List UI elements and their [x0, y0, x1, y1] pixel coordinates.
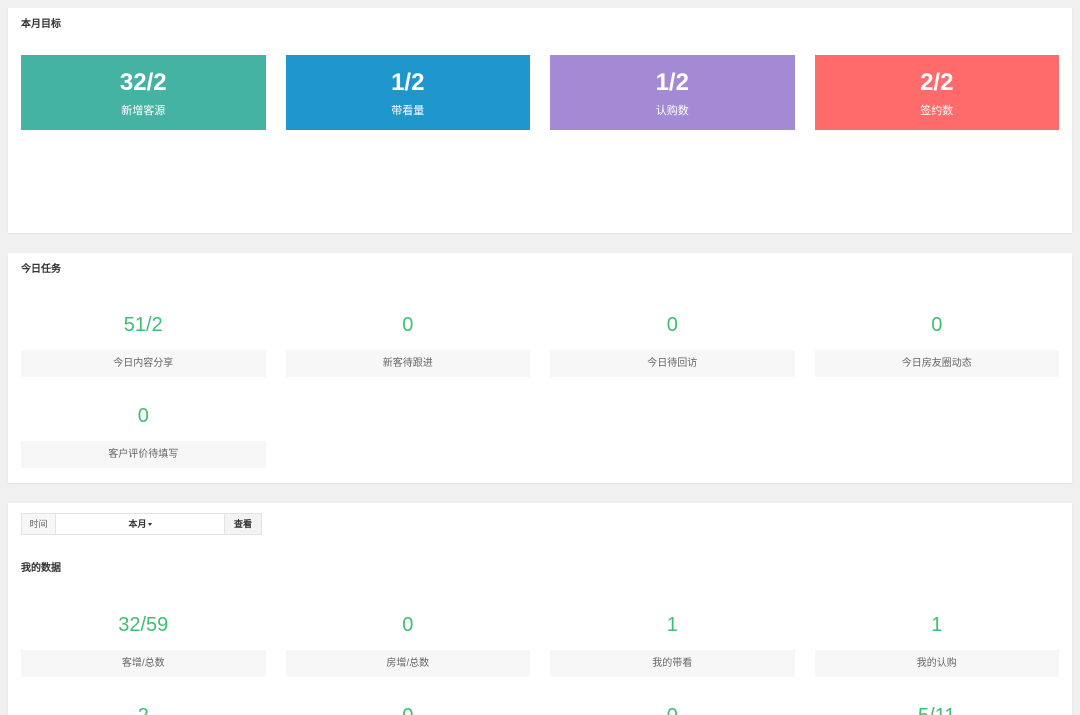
my-data-grid-next-row: 2 0 0 5/11	[21, 691, 1059, 715]
data-item-value: 2	[21, 691, 266, 715]
goal-tile-label: 认购数	[655, 105, 689, 117]
data-item-value: 0	[402, 614, 414, 636]
task-item-label: 今日待回访	[550, 350, 795, 377]
task-item-friend-circle-post[interactable]: 0 今日房友圈动态	[814, 300, 1059, 377]
data-item-property-growth[interactable]: 0 房增/总数	[285, 600, 530, 677]
goal-tile-value: 32/2	[119, 69, 167, 96]
data-item-value: 0	[286, 691, 531, 715]
goal-tile-value: 2/2	[920, 69, 954, 96]
task-item-value: 0	[137, 405, 149, 427]
data-item-client-growth[interactable]: 32/59 客增/总数	[21, 600, 266, 677]
data-item-label: 我的带看	[550, 650, 795, 677]
task-item-client-review[interactable]: 0 客户评价待填写	[21, 391, 266, 468]
today-tasks-card: 今日任务 51/2 今日内容分享 0 新客待跟进 0 今日待回访 0 今日房友圈…	[8, 253, 1072, 483]
goal-tile-value: 1/2	[655, 69, 689, 96]
data-item-value: 5/11	[815, 691, 1060, 715]
goal-tile-viewings: 1/2 带看量	[285, 55, 530, 130]
data-item-value: 0	[550, 691, 795, 715]
goal-tile-label: 新增客源	[121, 105, 166, 117]
task-item-new-client-followup[interactable]: 0 新客待跟进	[285, 300, 530, 377]
data-item-partial[interactable]: 5/11	[815, 691, 1060, 715]
time-filter-bar: 时间 本月 查看	[21, 513, 262, 535]
goal-tile-label: 签约数	[920, 105, 954, 117]
my-data-title: 我的数据	[21, 563, 61, 574]
task-item-value: 0	[666, 314, 678, 336]
task-item-value: 51/2	[123, 314, 163, 336]
today-tasks-grid: 51/2 今日内容分享 0 新客待跟进 0 今日待回访 0 今日房友圈动态 0 …	[21, 300, 1059, 468]
task-item-label: 今日房友圈动态	[814, 350, 1059, 377]
my-data-card: 时间 本月 查看 我的数据 32/59 客增/总数 0 房增/总数 1 我的带看…	[8, 503, 1072, 715]
task-item-content-share[interactable]: 51/2 今日内容分享	[21, 300, 266, 377]
data-item-my-subscriptions[interactable]: 1 我的认购	[814, 600, 1059, 677]
goal-tile-label: 带看量	[391, 105, 425, 117]
dashboard: 本月目标 32/2 新增客源 1/2 带看量 1/2 认购数 2/2 签约数 今…	[0, 0, 1080, 715]
data-item-value: 32/59	[118, 614, 169, 636]
data-item-my-viewings[interactable]: 1 我的带看	[550, 600, 795, 677]
data-item-label: 房增/总数	[285, 650, 530, 677]
task-item-revisit[interactable]: 0 今日待回访	[550, 300, 795, 377]
time-range-dropdown[interactable]: 本月	[56, 513, 225, 535]
my-data-grid: 32/59 客增/总数 0 房增/总数 1 我的带看 1 我的认购	[21, 600, 1059, 677]
caret-down-icon	[147, 523, 152, 527]
monthly-goals-title: 本月目标	[21, 19, 61, 30]
time-filter-label: 时间	[21, 513, 56, 535]
data-item-partial[interactable]: 2	[21, 691, 266, 715]
data-item-label: 我的认购	[814, 650, 1059, 677]
view-button[interactable]: 查看	[225, 513, 262, 535]
data-item-value: 1	[666, 614, 678, 636]
today-tasks-title: 今日任务	[21, 264, 61, 275]
data-item-value: 1	[931, 614, 943, 636]
data-item-label: 客增/总数	[21, 650, 266, 677]
data-item-partial[interactable]: 0	[550, 691, 795, 715]
task-item-label: 客户评价待填写	[21, 441, 266, 468]
goal-tile-value: 1/2	[391, 69, 425, 96]
time-range-selected: 本月	[128, 519, 147, 529]
task-item-label: 新客待跟进	[285, 350, 530, 377]
monthly-goals-card: 本月目标 32/2 新增客源 1/2 带看量 1/2 认购数 2/2 签约数	[8, 8, 1072, 233]
task-item-value: 0	[931, 314, 943, 336]
goal-tile-new-clients: 32/2 新增客源	[21, 55, 266, 130]
data-item-partial[interactable]: 0	[286, 691, 531, 715]
task-item-label: 今日内容分享	[21, 350, 266, 377]
task-item-value: 0	[402, 314, 414, 336]
goal-tile-contracts: 2/2 签约数	[814, 55, 1059, 130]
monthly-goals-tiles: 32/2 新增客源 1/2 带看量 1/2 认购数 2/2 签约数	[21, 55, 1059, 130]
goal-tile-subscriptions: 1/2 认购数	[550, 55, 795, 130]
